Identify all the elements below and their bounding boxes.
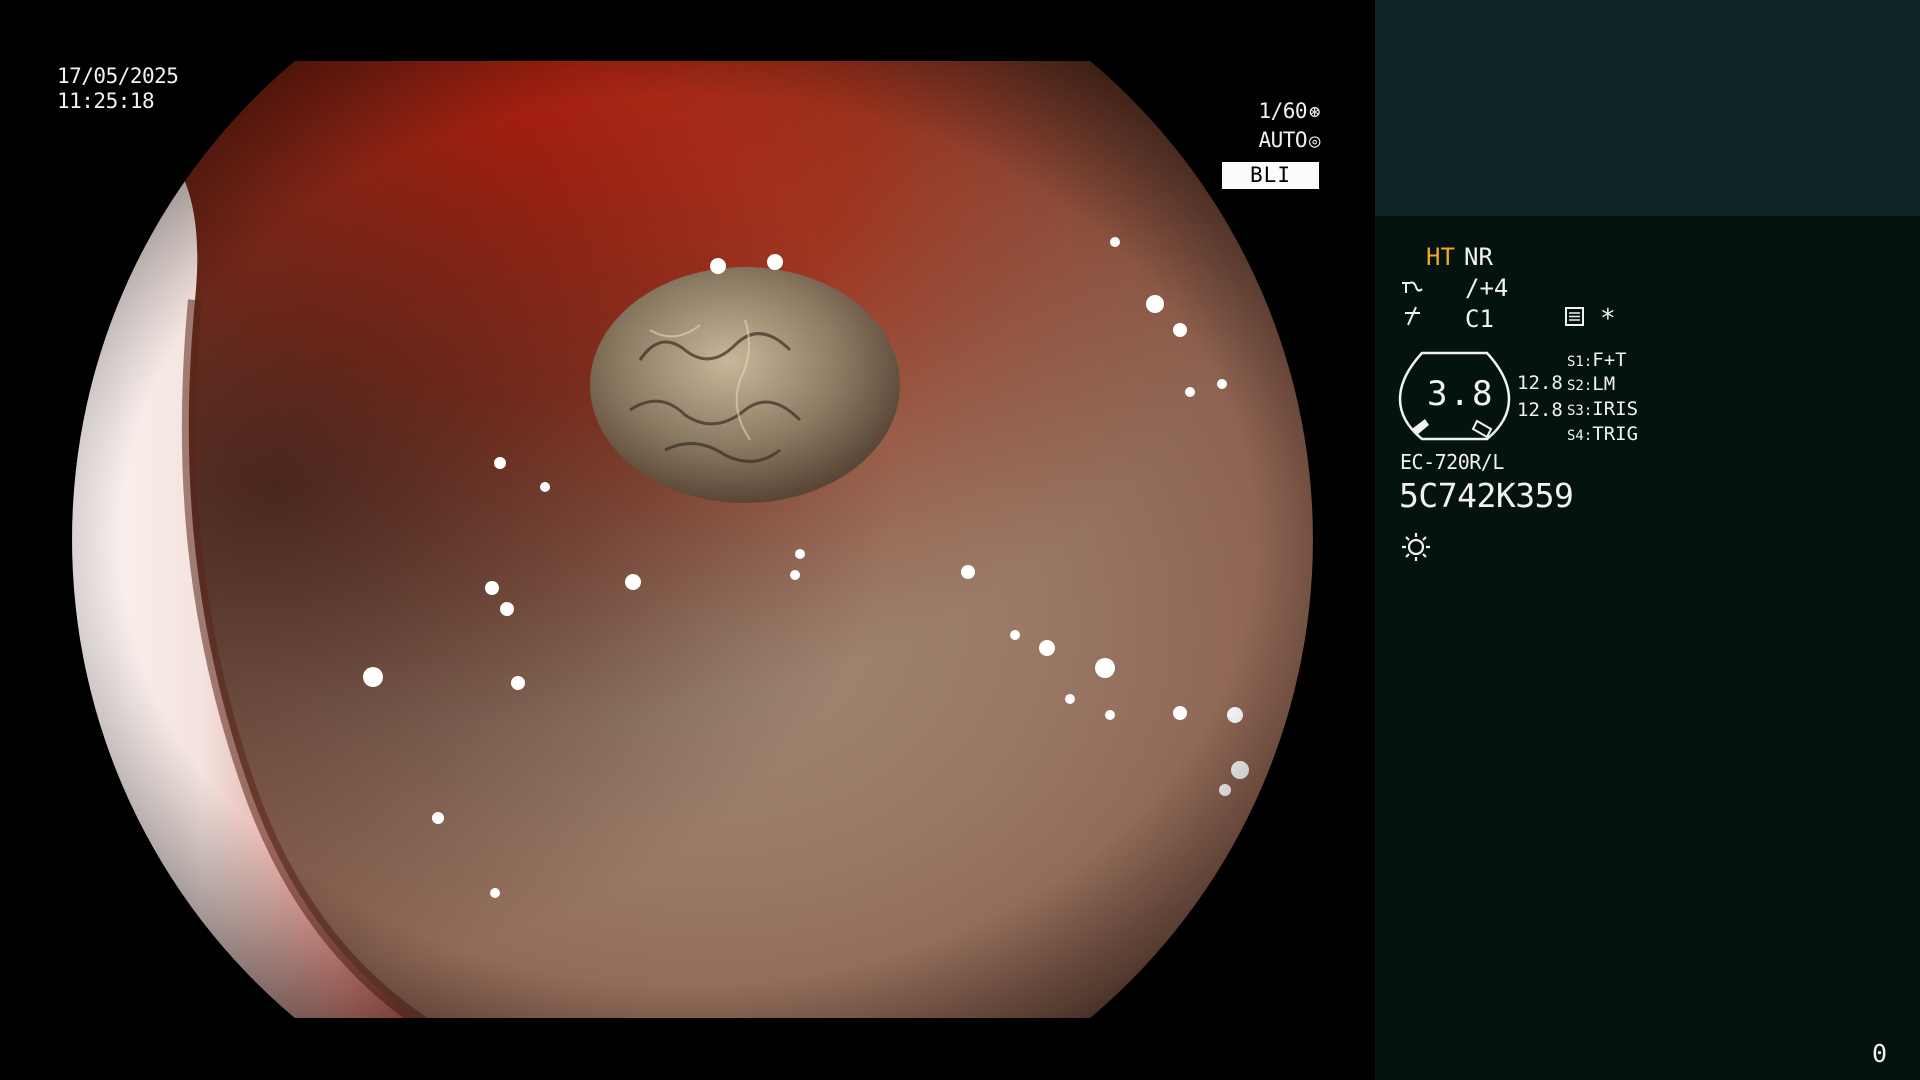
ht-indicator: HT — [1426, 243, 1455, 271]
gauge-side-value-1: 12.8 — [1517, 372, 1563, 394]
iris-icon: ◎ — [1309, 130, 1320, 152]
endoscopy-monitor: 17/05/2025 11:25:18 1/60 ⊛ AUTO ◎ BLI HT N… — [0, 0, 1920, 1080]
nr-indicator: NR — [1464, 243, 1493, 271]
switch-value: TRIG — [1592, 423, 1639, 445]
date-readout: 17/05/2025 — [57, 64, 179, 88]
info-panel: HT NR /+4 C1 * 3.8 12.8 12.8 S1:F+T S2:L… — [1375, 0, 1920, 1080]
switch-value: IRIS — [1592, 398, 1639, 420]
asterisk-indicator: * — [1600, 304, 1616, 334]
switch-key: S4 — [1567, 428, 1584, 444]
structure-enhancement-value: /+4 — [1465, 274, 1509, 302]
exposure-readout: AUTO ◎ — [1258, 128, 1320, 154]
color-enhancement-value: C1 — [1465, 305, 1494, 333]
color-enhancement-icon — [1402, 305, 1424, 333]
panel-header-area — [1375, 0, 1920, 216]
exposure-value: AUTO — [1258, 128, 1308, 152]
shutter-readout: 1/60 ⊛ — [1258, 99, 1320, 125]
switch-assignment: S4:TRIG — [1567, 423, 1638, 445]
endoscopic-image — [72, 61, 1313, 1018]
observation-mode-badge: BLI — [1222, 162, 1319, 189]
switch-value: F+T — [1592, 349, 1627, 371]
gauge-value: 3.8 — [1427, 374, 1495, 414]
switch-value: LM — [1592, 373, 1616, 395]
switch-assignment: S2:LM — [1567, 373, 1615, 395]
switch-key: S1 — [1567, 354, 1584, 370]
switch-assignment: S3:IRIS — [1567, 398, 1638, 420]
switch-assignment: S1:F+T — [1567, 349, 1627, 371]
switch-key: S2 — [1567, 378, 1584, 394]
shutter-value: 1/60 — [1258, 99, 1308, 123]
light-source-icon — [1402, 533, 1430, 561]
gauge-side-value-2: 12.8 — [1517, 399, 1563, 421]
endoscope-view: 17/05/2025 11:25:18 1/60 ⊛ AUTO ◎ BLI — [0, 0, 1375, 1080]
time-readout: 11:25:18 — [57, 89, 155, 113]
aperture-icon: ⊛ — [1309, 101, 1320, 123]
structure-enhancement-icon — [1400, 277, 1424, 303]
capture-counter: 0 — [1872, 1039, 1888, 1068]
switch-key: S3 — [1567, 403, 1584, 419]
scope-serial-number: 5C742K359 — [1399, 476, 1574, 515]
scope-model: EC-720R/L — [1400, 450, 1504, 474]
menu-icon — [1565, 307, 1584, 326]
